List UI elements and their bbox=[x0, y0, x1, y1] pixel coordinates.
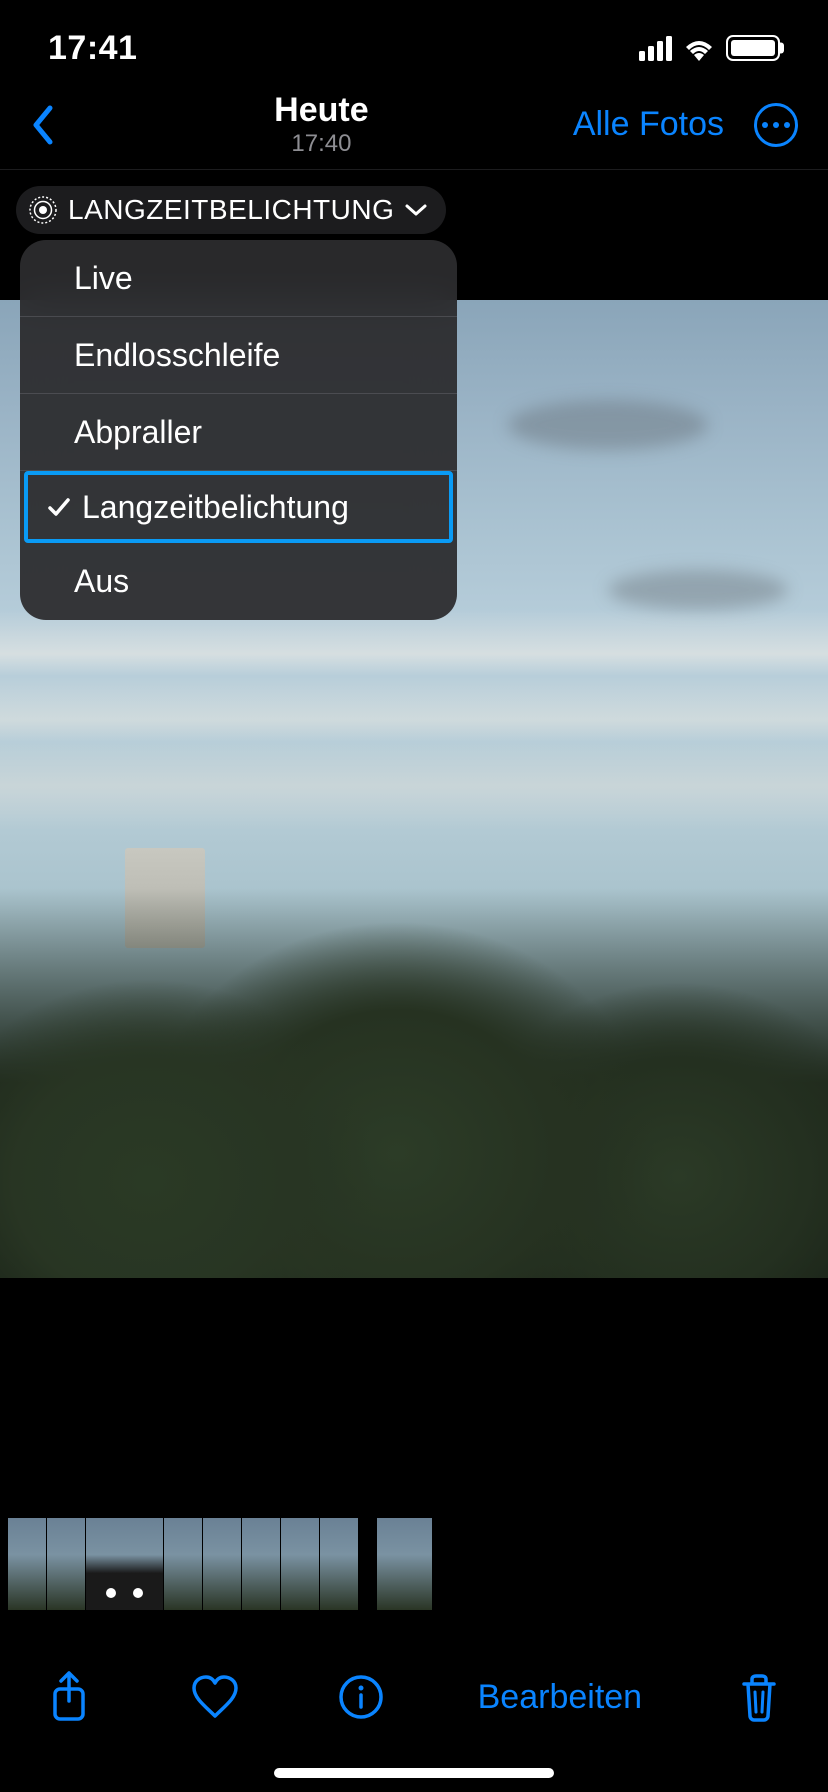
favorite-button[interactable] bbox=[186, 1674, 244, 1720]
thumbnail-scrubber[interactable] bbox=[0, 1518, 433, 1610]
bottom-toolbar: Bearbeiten bbox=[0, 1642, 828, 1752]
thumbnail[interactable] bbox=[281, 1518, 320, 1610]
thumbnail[interactable] bbox=[164, 1518, 203, 1610]
thumbnail[interactable] bbox=[377, 1518, 433, 1610]
wifi-icon bbox=[682, 35, 716, 61]
menu-item-loop[interactable]: Endlosschleife bbox=[20, 317, 457, 394]
more-button[interactable] bbox=[754, 103, 798, 147]
nav-title: Heute bbox=[70, 91, 573, 130]
nav-bar: Heute 17:40 Alle Fotos bbox=[0, 80, 828, 170]
concentric-circles-icon bbox=[28, 195, 58, 225]
menu-item-live[interactable]: Live bbox=[20, 240, 457, 317]
cellular-signal-icon bbox=[639, 36, 672, 61]
delete-button[interactable] bbox=[730, 1672, 788, 1722]
ellipsis-icon bbox=[762, 122, 790, 128]
nav-title-group: Heute 17:40 bbox=[70, 91, 573, 158]
menu-item-label: Live bbox=[74, 260, 437, 297]
menu-item-label: Langzeitbelichtung bbox=[82, 489, 429, 526]
live-photo-mode-badge[interactable]: LANGZEITBELICHTUNG bbox=[16, 186, 446, 234]
info-button[interactable] bbox=[332, 1674, 390, 1720]
share-button[interactable] bbox=[40, 1669, 98, 1725]
menu-item-off[interactable]: Aus bbox=[20, 543, 457, 620]
edit-button[interactable]: Bearbeiten bbox=[478, 1678, 642, 1717]
nav-subtitle: 17:40 bbox=[70, 130, 573, 158]
checkmark-icon bbox=[46, 495, 82, 519]
status-bar: 17:41 bbox=[0, 0, 828, 80]
thumbnail[interactable] bbox=[203, 1518, 242, 1610]
menu-item-bounce[interactable]: Abpraller bbox=[20, 394, 457, 471]
live-photo-mode-menu: Live Endlosschleife Abpraller Langzeitbe… bbox=[20, 240, 457, 620]
status-icons bbox=[639, 35, 780, 61]
status-time: 17:41 bbox=[48, 29, 137, 68]
all-photos-button[interactable]: Alle Fotos bbox=[573, 105, 724, 144]
menu-item-long-exposure[interactable]: Langzeitbelichtung bbox=[24, 471, 453, 543]
battery-icon bbox=[726, 35, 780, 61]
thumbnail-current[interactable] bbox=[86, 1518, 164, 1610]
thumbnail[interactable] bbox=[47, 1518, 86, 1610]
home-indicator[interactable] bbox=[274, 1768, 554, 1778]
menu-item-label: Abpraller bbox=[74, 414, 437, 451]
live-badge-label: LANGZEITBELICHTUNG bbox=[68, 194, 394, 226]
thumbnail[interactable] bbox=[320, 1518, 359, 1610]
thumbnail[interactable] bbox=[8, 1518, 47, 1610]
thumbnail[interactable] bbox=[242, 1518, 281, 1610]
chevron-down-icon bbox=[404, 203, 428, 217]
back-button[interactable] bbox=[30, 104, 70, 146]
menu-item-label: Aus bbox=[74, 563, 437, 600]
menu-item-label: Endlosschleife bbox=[74, 337, 437, 374]
